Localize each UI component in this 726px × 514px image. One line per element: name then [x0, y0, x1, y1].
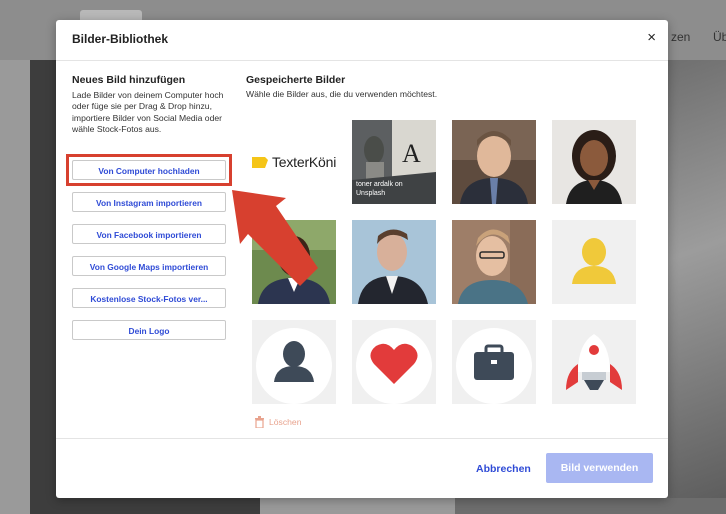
woman-portrait-image	[552, 120, 636, 204]
image-thumb-desk-photo[interactable]: A toner ardalk on Unsplash	[352, 120, 436, 204]
import-facebook-button[interactable]: Von Facebook importieren	[72, 224, 226, 244]
modal-footer: Abbrechen Bild verwenden	[56, 438, 668, 499]
use-image-button[interactable]: Bild verwenden	[546, 453, 653, 483]
cancel-button[interactable]: Abbrechen	[476, 463, 531, 475]
background-photo-bottom	[455, 498, 726, 514]
stock-photos-button[interactable]: Kostenlose Stock-Fotos ver...	[72, 288, 226, 308]
image-thumb-heart[interactable]	[352, 320, 436, 404]
photo-credit: toner ardalk on Unsplash	[356, 181, 403, 197]
saved-images-section: Gespeicherte Bilder Wähle die Bilder aus…	[246, 74, 437, 99]
image-library-modal: Bilder-Bibliothek × Neues Bild hinzufüge…	[56, 20, 668, 498]
rocket-icon	[566, 334, 622, 390]
man-portrait-image	[252, 220, 336, 304]
close-button[interactable]: ×	[647, 29, 656, 47]
svg-text:A: A	[402, 139, 421, 168]
add-image-section: Neues Bild hinzufügen Lade Bilder von de…	[72, 74, 232, 136]
briefcase-icon	[456, 328, 532, 404]
man-portrait-image	[452, 120, 536, 204]
image-thumb-man-portrait-1[interactable]	[452, 120, 536, 204]
image-thumb-avatar-slate[interactable]	[252, 320, 336, 404]
image-thumb-man-portrait-2[interactable]	[252, 220, 336, 304]
image-thumb-man-portrait-3[interactable]	[352, 220, 436, 304]
modal-header: Bilder-Bibliothek ×	[56, 20, 668, 61]
man-portrait-image	[452, 220, 536, 304]
image-thumb-woman-portrait[interactable]	[552, 120, 636, 204]
person-avatar-icon	[256, 328, 332, 404]
add-image-description: Lade Bilder von deinem Computer hoch ode…	[72, 90, 224, 135]
delete-link[interactable]: Löschen	[254, 416, 302, 428]
image-thumb-avatar-yellow[interactable]	[552, 220, 636, 304]
saved-images-title: Gespeicherte Bilder	[246, 74, 346, 86]
import-instagram-button[interactable]: Von Instagram importieren	[72, 192, 226, 212]
trash-icon	[255, 416, 264, 428]
your-logo-button[interactable]: Dein Logo	[72, 320, 226, 340]
modal-title: Bilder-Bibliothek	[72, 32, 169, 46]
logo-text: TexterKönig	[272, 154, 336, 170]
person-avatar-icon	[572, 238, 616, 284]
add-image-title: Neues Bild hinzufügen	[72, 74, 186, 86]
image-thumb-briefcase[interactable]	[452, 320, 536, 404]
image-thumb-rocket[interactable]	[552, 320, 636, 404]
heart-icon	[356, 328, 432, 404]
image-thumb-logo[interactable]: TexterKönig	[252, 120, 336, 204]
import-google-maps-button[interactable]: Von Google Maps importieren	[72, 256, 226, 276]
delete-label: Löschen	[269, 417, 302, 427]
background-nav-item: Üb	[713, 30, 726, 44]
background-nav-item: zen	[671, 30, 691, 44]
image-thumb-man-portrait-4[interactable]	[452, 220, 536, 304]
saved-images-description: Wähle die Bilder aus, die du verwenden m…	[246, 89, 438, 99]
man-portrait-image	[352, 220, 436, 304]
upload-from-computer-button[interactable]: Von Computer hochladen	[72, 160, 226, 180]
